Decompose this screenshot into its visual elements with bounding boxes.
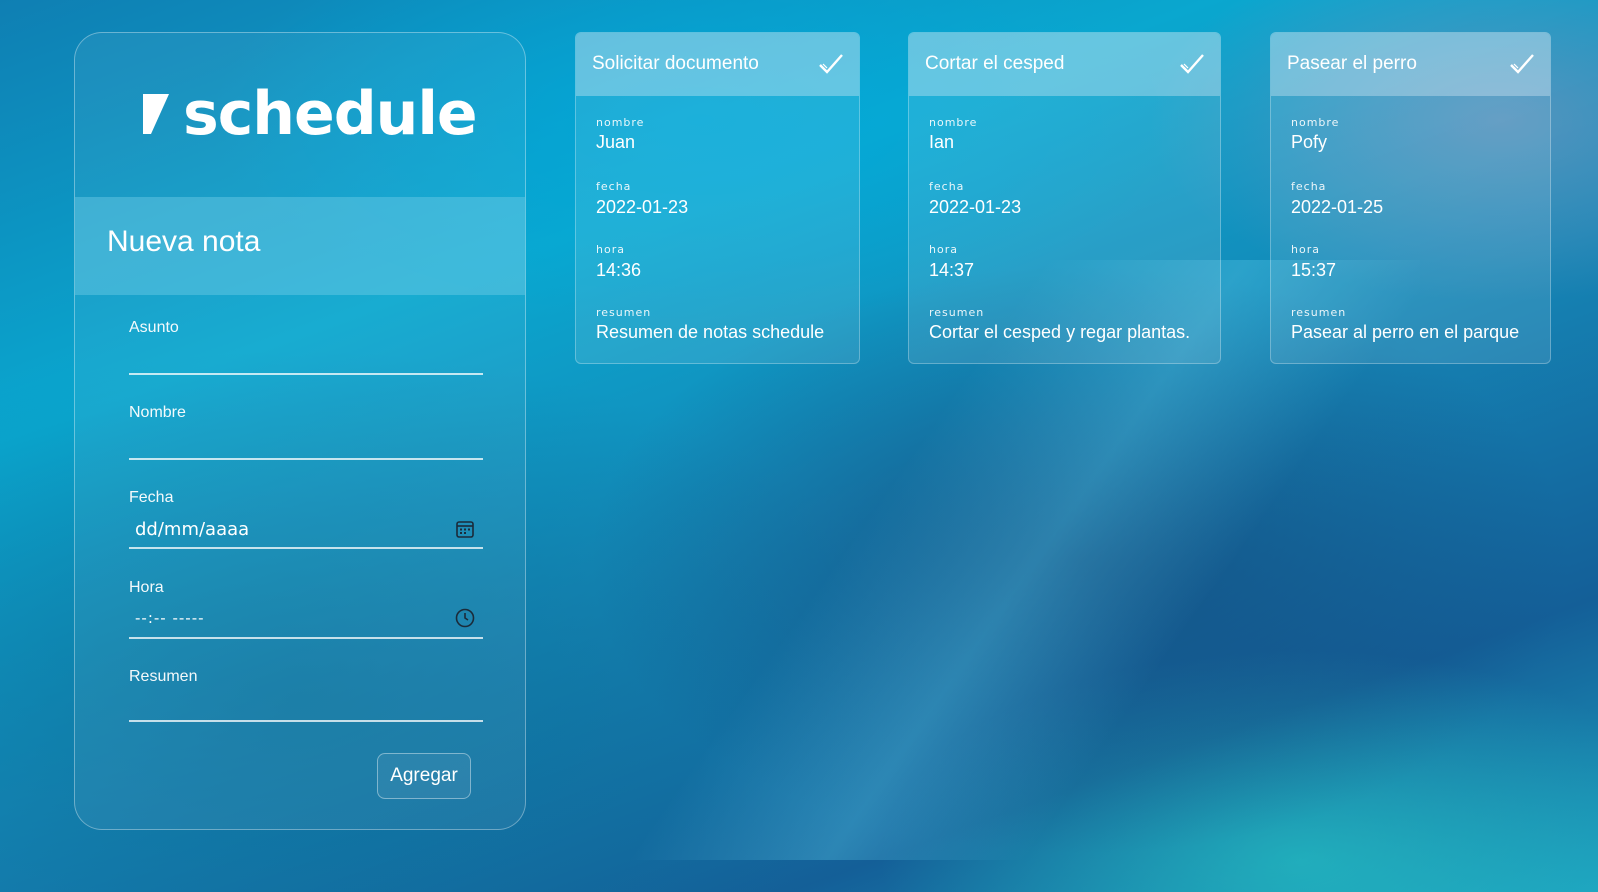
hora-label: hora (596, 243, 625, 256)
check-icon[interactable] (1508, 51, 1536, 77)
new-note-panel: schedule Nueva nota Asunto Nombre Fecha … (74, 32, 526, 830)
hora-underline (129, 637, 483, 639)
check-icon[interactable] (817, 51, 845, 77)
hora-label: Hora (129, 579, 164, 596)
fecha-value: 2022-01-23 (929, 197, 1022, 217)
fecha-value: 2022-01-25 (1291, 197, 1384, 217)
nombre-label: Nombre (129, 404, 186, 421)
nombre-value: Juan (596, 132, 636, 152)
calendar-icon[interactable] (455, 519, 475, 539)
check-icon[interactable] (1178, 51, 1206, 77)
note-card-header: Cortar el cesped (909, 33, 1220, 96)
resumen-field[interactable]: Resumen (129, 668, 483, 724)
agregar-button[interactable]: Agregar (377, 753, 471, 799)
nombre-label: nombre (1291, 116, 1340, 129)
hora-value: 14:37 (929, 260, 975, 280)
nombre-field[interactable]: Nombre (129, 404, 483, 460)
resumen-label: resumen (1291, 306, 1347, 319)
nombre-label: nombre (929, 116, 978, 129)
fecha-label: Fecha (129, 489, 174, 506)
hora-value: 14:36 (596, 260, 642, 280)
fecha-label: fecha (1291, 180, 1327, 193)
hora-input[interactable]: --:-- ----- (135, 609, 205, 627)
resumen-label: resumen (596, 306, 652, 319)
asunto-label: Asunto (129, 319, 179, 336)
logo-text: schedule (183, 79, 478, 149)
note-title: Cortar el cesped (925, 53, 1065, 74)
asunto-field[interactable]: Asunto (129, 319, 483, 375)
note-card-header: Pasear el perro (1271, 33, 1550, 96)
form-header: Nueva nota (75, 197, 525, 295)
resumen-label: resumen (929, 306, 985, 319)
fecha-label: fecha (929, 180, 965, 193)
clock-icon[interactable] (455, 608, 475, 628)
note-title: Solicitar documento (592, 53, 759, 74)
fecha-value: 2022-01-23 (596, 197, 689, 217)
resumen-value: Pasear al perro en el parque (1291, 322, 1520, 342)
nombre-underline (129, 458, 483, 460)
hora-value: 15:37 (1291, 260, 1337, 280)
note-title: Pasear el perro (1287, 53, 1417, 74)
fecha-field[interactable]: Fecha dd/mm/aaaa (129, 489, 483, 549)
hora-field[interactable]: Hora --:-- ----- (129, 579, 483, 639)
asunto-underline (129, 373, 483, 375)
note-card-header: Solicitar documento (576, 33, 859, 96)
fecha-label: fecha (596, 180, 632, 193)
nombre-value: Pofy (1291, 132, 1328, 152)
note-card: Cortar el cesped nombre Ian fecha 2022-0… (908, 32, 1221, 364)
note-card: Solicitar documento nombre Juan fecha 20… (575, 32, 860, 364)
fecha-input[interactable]: dd/mm/aaaa (135, 519, 249, 540)
logo-mark-icon (143, 94, 169, 134)
nombre-label: nombre (596, 116, 645, 129)
resumen-underline (129, 720, 483, 722)
form-title: Nueva nota (107, 225, 261, 258)
resumen-label: Resumen (129, 668, 198, 685)
note-card: Pasear el perro nombre Pofy fecha 2022-0… (1270, 32, 1551, 364)
nombre-value: Ian (929, 132, 955, 152)
resumen-value: Cortar el cesped y regar plantas. (929, 322, 1191, 342)
app-logo: schedule (143, 79, 478, 149)
hora-label: hora (929, 243, 958, 256)
resumen-value: Resumen de notas schedule (596, 322, 825, 342)
fecha-underline (129, 547, 483, 549)
hora-label: hora (1291, 243, 1320, 256)
